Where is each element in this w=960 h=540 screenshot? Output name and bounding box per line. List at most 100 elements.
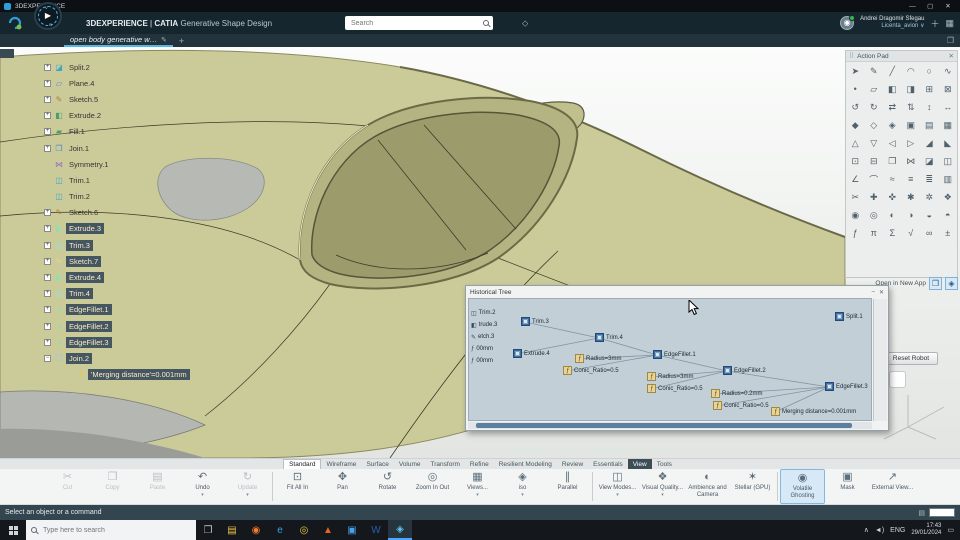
scrollbar-thumb[interactable] — [476, 423, 852, 428]
graph-node[interactable]: ▣ Trim.4 — [595, 333, 623, 342]
action-pad-tool-icon[interactable]: ◣ — [939, 134, 958, 152]
ribbon-button[interactable]: ❐ Copy ▾ — [90, 469, 135, 504]
ribbon-tab[interactable]: Review — [557, 459, 588, 469]
expand-window-icon[interactable]: ❐ — [947, 36, 954, 45]
tree-expander-icon[interactable]: + — [44, 128, 51, 136]
ribbon-button[interactable]: ▦ Views... ▾ — [455, 469, 500, 504]
action-pad-tool-icon[interactable]: ◪ — [920, 152, 939, 170]
action-pad-tool-icon[interactable]: ◢ — [920, 134, 939, 152]
tree-item-label[interactable]: Sketch.6 — [66, 207, 101, 218]
action-pad-tool-icon[interactable]: ✚ — [865, 188, 884, 206]
action-pad-tool-icon[interactable]: ƒ — [846, 224, 865, 242]
action-pad-tool-icon[interactable]: ✱ — [902, 188, 921, 206]
tree-item[interactable]: + ◕ EdgeFillet.1 — [44, 302, 190, 318]
command-input[interactable] — [929, 508, 955, 517]
action-pad-tool-icon[interactable]: ≡ — [902, 170, 921, 188]
tree-item[interactable]: + ◫ Trim.4 — [44, 286, 190, 302]
tree-expander-icon[interactable]: + — [44, 79, 51, 87]
tray-expand-icon[interactable]: ∧ — [864, 526, 869, 534]
maximize-button[interactable]: ▢ — [922, 2, 938, 10]
action-pad-tool-icon[interactable]: ➤ — [846, 62, 865, 80]
language-indicator[interactable]: ENG — [890, 527, 905, 534]
tree-item-label[interactable]: Sketch.7 — [66, 255, 102, 267]
window-minimize-icon[interactable]: – — [872, 289, 875, 295]
taskbar-search-input[interactable] — [41, 525, 191, 535]
user-block[interactable]: Andrei Dragomir Sfegau Licenta_avion ∨ — [860, 16, 924, 30]
ribbon-button[interactable]: ◐ Ambience and Camera ▾ — [685, 469, 730, 504]
graph-node[interactable]: ▣ EdgeFillet.3 — [825, 382, 868, 391]
taskbar-app-icon[interactable]: ◉ — [244, 520, 268, 540]
action-pad-tool-icon[interactable]: △ — [846, 134, 865, 152]
tree-expander-icon[interactable]: + — [44, 338, 51, 346]
tree-expander-icon[interactable]: + — [44, 209, 51, 217]
ribbon-button[interactable]: ↶ Undo ▾ — [180, 469, 225, 504]
chevron-down-icon[interactable]: ∨ — [920, 23, 924, 29]
tag-icon[interactable]: ⬦ — [522, 17, 534, 29]
tree-item[interactable]: + ◧ Extrude.3 — [44, 221, 190, 237]
taskbar-app-icon[interactable]: ◎ — [292, 520, 316, 540]
robot-card[interactable] — [889, 371, 906, 388]
ribbon-button[interactable]: ⊡ Fit All In ▾ — [275, 469, 320, 504]
action-pad-tool-icon[interactable]: ⇅ — [902, 98, 921, 116]
action-pad-tool-icon[interactable]: ↺ — [846, 98, 865, 116]
historical-tree-canvas[interactable]: ◫ Trim.2 ◧ trude.3 ✎ etch.3 ƒ 00mm ƒ 00m… — [468, 298, 872, 421]
graph-node[interactable]: ƒ Conic_Ratio=0.5 — [647, 384, 703, 393]
tree-item-label[interactable]: EdgeFillet.1 — [66, 304, 112, 316]
chevron-down-icon[interactable]: ▾ — [521, 492, 524, 498]
window-close-icon[interactable]: ✕ — [879, 289, 884, 296]
action-pad-tool-icon[interactable]: ▥ — [939, 170, 958, 188]
action-pad-tool-icon[interactable]: π — [865, 224, 884, 242]
graph-node[interactable]: ▣ Split.1 — [835, 312, 863, 321]
chevron-down-icon[interactable]: ▾ — [201, 492, 204, 498]
action-pad-tool-icon[interactable]: ∠ — [846, 170, 865, 188]
global-search[interactable] — [345, 16, 493, 30]
tree-item[interactable]: ⋈ Symmetry.1 — [44, 156, 190, 172]
clipped-node[interactable]: ◧ trude.3 — [471, 319, 497, 331]
clipped-node[interactable]: ƒ 00mm — [471, 343, 497, 355]
clipped-node[interactable]: ✎ etch.3 — [471, 331, 497, 343]
action-pad-tool-icon[interactable]: ✜ — [883, 188, 902, 206]
action-pad-tool-icon[interactable]: Σ — [883, 224, 902, 242]
search-input[interactable] — [349, 18, 483, 28]
tree-expander-icon[interactable]: + — [44, 306, 51, 314]
chevron-down-icon[interactable]: ▾ — [661, 492, 664, 498]
action-pad-tool-icon[interactable]: ⌒ — [865, 170, 884, 188]
action-pad-tool-icon[interactable]: ❖ — [939, 188, 958, 206]
graph-node[interactable]: ▣ EdgeFillet.2 — [723, 366, 766, 375]
action-pad-tool-icon[interactable]: ▤ — [920, 116, 939, 134]
taskbar-app-icon[interactable]: ▤ — [220, 520, 244, 540]
chevron-down-icon[interactable]: ▾ — [616, 492, 619, 498]
tree-expander-icon[interactable]: + — [44, 257, 51, 265]
action-pad-tool-icon[interactable]: ▽ — [865, 134, 884, 152]
graph-node[interactable]: ▣ Extrude.4 — [513, 349, 550, 358]
action-pad-tool-icon[interactable]: ≈ — [883, 170, 902, 188]
tree-item[interactable]: + ◕ EdgeFillet.2 — [44, 318, 190, 334]
tree-item[interactable]: + ▰ Fill.1 — [44, 124, 190, 140]
close-button[interactable]: ✕ — [940, 2, 956, 10]
action-pad-tool-icon[interactable]: ◉ — [846, 206, 865, 224]
tree-item-label[interactable]: Join.2 — [66, 352, 93, 364]
action-pad-tool-icon[interactable]: ▷ — [902, 134, 921, 152]
action-pad-tool-icon[interactable]: ∿ — [939, 62, 958, 80]
action-pad-tool-icon[interactable]: ≣ — [920, 170, 939, 188]
taskbar-app-icon[interactable]: e — [268, 520, 292, 540]
ribbon-button[interactable]: ✶ Stellar (GPU) ▾ — [730, 469, 775, 504]
tree-item-label[interactable]: 'Merging distance'=0.001mm — [88, 369, 190, 381]
tree-expander-icon[interactable]: + — [44, 241, 51, 249]
chevron-down-icon[interactable]: ▾ — [246, 492, 249, 498]
historical-tree-titlebar[interactable]: Historical Tree – ✕ — [466, 286, 888, 298]
action-pad-tool-icon[interactable]: ✲ — [920, 188, 939, 206]
action-pad-tool-icon[interactable]: ⋈ — [902, 152, 921, 170]
action-pad-tool-icon[interactable]: ⊞ — [920, 80, 939, 98]
action-pad-tool-icon[interactable]: ↻ — [865, 98, 884, 116]
ribbon-button[interactable]: ↻ Update ▾ — [225, 469, 270, 504]
action-pad-tool-icon[interactable]: ◠ — [902, 62, 921, 80]
taskbar-app-icon[interactable]: ❐ — [196, 520, 220, 540]
ribbon-tab[interactable]: Surface — [361, 459, 393, 469]
clipped-node[interactable]: ◫ Trim.2 — [471, 307, 497, 319]
tree-item[interactable]: + ❐ Join.1 — [44, 140, 190, 156]
close-icon[interactable]: ✕ — [949, 52, 954, 60]
tree-expander-icon[interactable]: + — [44, 225, 51, 233]
tree-item-label[interactable]: Plane.4 — [66, 78, 97, 89]
ribbon-button[interactable]: ▾ — [592, 472, 593, 501]
